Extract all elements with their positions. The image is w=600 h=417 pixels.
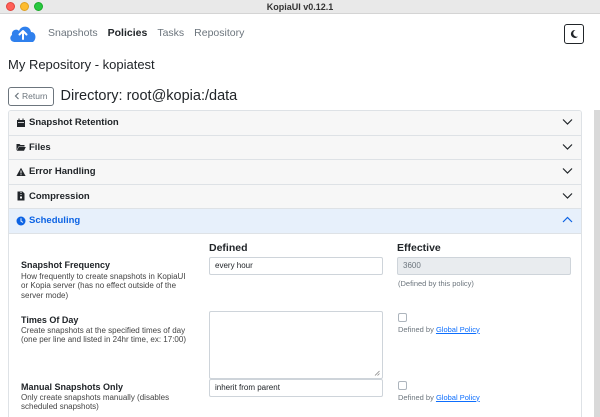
row-title-snapshot-frequency: Snapshot Frequency <box>21 259 111 270</box>
warning-icon <box>16 167 26 176</box>
repository-title: My Repository - kopiatest <box>8 57 155 72</box>
scheduling-panel: Defined Effective Snapshot Frequency How… <box>9 234 581 417</box>
clock-icon <box>16 216 26 226</box>
title-bar: KopiaUI v0.12.1 <box>0 0 600 14</box>
window-controls <box>6 2 43 11</box>
manual-snapshots-select[interactable]: inherit from parent <box>209 378 383 397</box>
chevron-down-icon <box>562 143 573 150</box>
folder-open-icon <box>16 144 26 152</box>
section-snapshot-retention[interactable]: Snapshot Retention <box>9 111 581 136</box>
chevron-up-icon <box>562 216 573 223</box>
section-label: Files <box>29 141 51 153</box>
file-zip-icon <box>17 191 25 201</box>
chevron-down-icon <box>562 168 573 174</box>
column-header-defined: Defined <box>209 241 248 254</box>
row-title-manual-snapshots: Manual Snapshots Only <box>21 381 124 392</box>
policy-accordion: Snapshot Retention Files Error Handling <box>8 110 582 417</box>
navbar: Snapshots Policies Tasks Repository <box>0 14 600 52</box>
resize-handle-icon[interactable] <box>374 370 380 376</box>
section-files[interactable]: Files <box>9 135 581 160</box>
section-error-handling[interactable]: Error Handling <box>9 160 581 185</box>
global-policy-link[interactable]: Global Policy <box>436 393 480 402</box>
window-title: KopiaUI v0.12.1 <box>266 2 334 12</box>
hint-prefix: Defined by <box>398 324 436 334</box>
theme-toggle-button[interactable] <box>564 24 584 44</box>
kopia-cloud-logo-icon[interactable] <box>8 22 38 44</box>
maximize-window-button[interactable] <box>34 2 43 11</box>
chevron-down-icon <box>562 119 573 125</box>
row-desc-manual-snapshots: Only create snapshots manually (disables… <box>21 392 170 412</box>
nav-tasks[interactable]: Tasks <box>157 27 184 39</box>
moon-icon <box>570 29 578 38</box>
snapshot-frequency-effective: 3600 <box>397 256 571 275</box>
times-of-day-textarea[interactable] <box>209 310 383 379</box>
row-desc-snapshot-frequency: How frequently to create snapshots in Ko… <box>21 271 186 300</box>
snapshot-frequency-select[interactable]: every hour <box>209 256 383 275</box>
section-label: Compression <box>29 190 90 202</box>
nav-policies[interactable]: Policies <box>108 27 148 39</box>
close-window-button[interactable] <box>6 2 15 11</box>
section-label: Snapshot Retention <box>29 117 119 129</box>
nav-snapshots[interactable]: Snapshots <box>48 27 98 39</box>
column-header-effective: Effective <box>397 241 441 254</box>
section-scheduling[interactable]: Scheduling <box>9 209 581 234</box>
section-compression[interactable]: Compression <box>9 184 581 209</box>
window-edge-shadow <box>594 110 600 417</box>
times-of-day-hint: Defined by Global Policy <box>398 325 480 334</box>
hint-prefix: Defined by <box>398 392 436 402</box>
chevron-left-icon <box>14 92 19 100</box>
row-title-times-of-day: Times Of Day <box>21 314 79 325</box>
directory-header: Return Directory: root@kopia:/data <box>8 85 600 107</box>
manual-snapshots-hint: Defined by Global Policy <box>398 393 480 402</box>
global-policy-link[interactable]: Global Policy <box>436 325 480 334</box>
times-of-day-checkbox[interactable] <box>398 312 407 322</box>
calendar-icon <box>17 118 25 127</box>
app-window: KopiaUI v0.12.1 Snapshots Policies Tasks… <box>0 0 600 417</box>
chevron-down-icon <box>562 192 573 199</box>
section-label: Error Handling <box>29 166 96 178</box>
return-button-label: Return <box>22 91 48 101</box>
return-button[interactable]: Return <box>8 86 54 106</box>
manual-snapshots-checkbox[interactable] <box>398 380 407 390</box>
row-desc-times-of-day: Create snapshots at the specified times … <box>21 325 186 345</box>
section-label: Scheduling <box>29 215 81 227</box>
minimize-window-button[interactable] <box>20 2 29 11</box>
directory-title: Directory: root@kopia:/data <box>60 88 238 104</box>
snapshot-frequency-hint: (Defined by this policy) <box>398 278 474 288</box>
nav-repository[interactable]: Repository <box>194 27 244 39</box>
